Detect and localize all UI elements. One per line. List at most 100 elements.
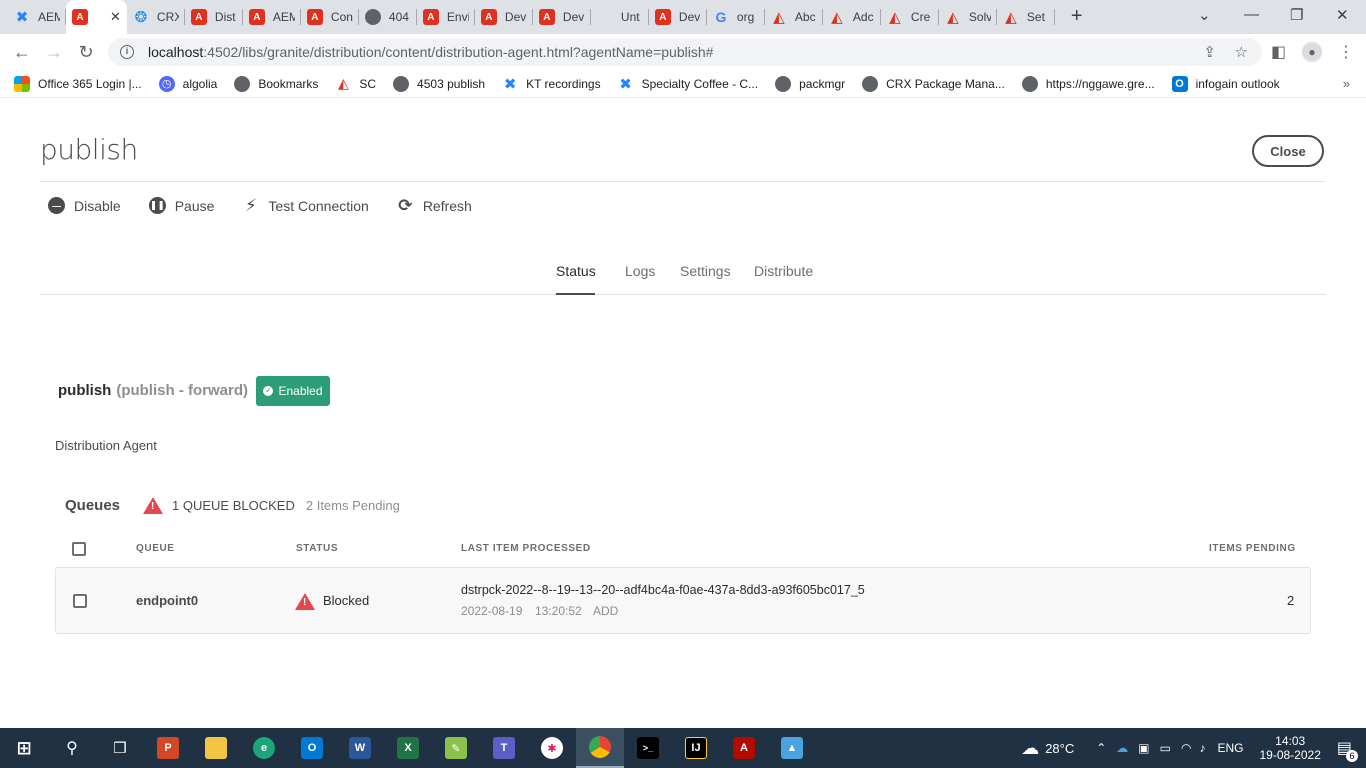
taskbar-app[interactable]: O xyxy=(288,728,336,768)
close-tab-icon[interactable]: ✕ xyxy=(110,9,121,25)
weather-temperature[interactable]: 28°C xyxy=(1045,741,1074,756)
language-indicator[interactable]: ENG xyxy=(1217,741,1243,755)
browser-tab[interactable]: A Dev xyxy=(475,0,533,34)
chevron-up-icon[interactable]: ⌃ xyxy=(1096,741,1106,755)
forward-icon[interactable]: → xyxy=(38,42,70,63)
menu-kebab-icon[interactable]: ⋮ xyxy=(1338,42,1354,62)
browser-tab[interactable]: Gorg xyxy=(707,0,765,34)
volume-icon[interactable]: ♪ xyxy=(1199,741,1205,755)
browser-tab[interactable]: A Envi xyxy=(417,0,475,34)
bookmark-item[interactable]: ◭ SC xyxy=(335,75,376,92)
tab-search-icon[interactable]: ⌄ xyxy=(1198,6,1211,24)
refresh-button[interactable]: ⟳ Refresh xyxy=(397,196,472,215)
browser-tab[interactable]: Unt xyxy=(591,0,649,34)
system-tray: ☁ 28°C ⌃ ☁ ▣ ▭ ◠ ♪ ENG 14:03 19-08-2022 … xyxy=(1021,728,1366,768)
search-button[interactable]: ⚲ xyxy=(48,728,96,768)
bookmark-item[interactable]: Bookmarks xyxy=(234,75,318,92)
browser-tab[interactable]: A Dist xyxy=(185,0,243,34)
browser-tab[interactable]: ❂ CRX xyxy=(127,0,185,34)
taskbar-app[interactable] xyxy=(192,728,240,768)
globe-icon xyxy=(775,75,792,92)
reload-icon[interactable]: ↻ xyxy=(70,42,102,63)
profile-avatar[interactable]: ● xyxy=(1302,42,1322,62)
taskbar-app[interactable]: IJ xyxy=(672,728,720,768)
table-row[interactable]: endpoint0 ! Blocked dstrpck-2022--8--19-… xyxy=(55,567,1311,634)
test-connection-button[interactable]: ⚡ Test Connection xyxy=(242,196,369,215)
browser-tab[interactable]: ◭ Solv xyxy=(939,0,997,34)
side-panel-icon[interactable]: ◧ xyxy=(1271,42,1286,62)
browser-tab[interactable]: A AEM xyxy=(243,0,301,34)
browser-tab[interactable]: A Dev xyxy=(533,0,591,34)
select-all-checkbox[interactable] xyxy=(72,542,86,556)
bookmark-item[interactable]: ✖ Specialty Coffee - C... xyxy=(618,76,758,93)
address-bar[interactable]: i localhost:4502/libs/granite/distributi… xyxy=(108,38,1262,66)
taskbar-app[interactable]: T xyxy=(480,728,528,768)
status-badge: ✓ Enabled xyxy=(256,376,330,406)
algolia-icon: ◷ xyxy=(158,75,175,92)
browser-tab-active[interactable]: A ✕ xyxy=(66,0,127,34)
taskbar-app[interactable]: ✱ xyxy=(528,728,576,768)
notifications-icon[interactable]: ▤ 6 xyxy=(1337,738,1358,762)
column-header-status[interactable]: STATUS xyxy=(296,543,338,554)
onedrive-icon[interactable]: ☁ xyxy=(1116,741,1128,755)
browser-tab[interactable]: ◭ Set xyxy=(997,0,1055,34)
tab-status[interactable]: Status xyxy=(556,263,596,295)
weather-cloud-icon[interactable]: ☁ xyxy=(1021,738,1039,759)
tab-settings[interactable]: Settings xyxy=(680,263,731,295)
close-button[interactable]: Close xyxy=(1252,135,1324,167)
tab-logs[interactable]: Logs xyxy=(625,263,655,295)
battery-icon[interactable]: ▭ xyxy=(1160,741,1171,755)
bookmark-item[interactable]: Oinfogain outlook xyxy=(1171,75,1280,92)
taskbar-app[interactable]: >_ xyxy=(624,728,672,768)
tab-distribute[interactable]: Distribute xyxy=(754,263,813,295)
bookmark-item[interactable]: https://nggawe.gre... xyxy=(1021,75,1155,92)
restore-icon[interactable]: ❐ xyxy=(1290,6,1303,24)
bookmark-item[interactable]: ◷ algolia xyxy=(158,75,217,92)
clock[interactable]: 14:03 19-08-2022 xyxy=(1259,734,1320,762)
intellij-icon: IJ xyxy=(685,737,707,759)
browser-tab[interactable]: ◭ Adc xyxy=(823,0,881,34)
taskbar-app[interactable]: P xyxy=(144,728,192,768)
column-header-items-pending[interactable]: ITEMS PENDING xyxy=(1209,543,1296,554)
task-view-button[interactable]: ❒ xyxy=(96,728,144,768)
row-checkbox[interactable] xyxy=(73,594,87,608)
browser-tab[interactable]: A Con xyxy=(301,0,359,34)
browser-tab[interactable]: ◭ Abc xyxy=(765,0,823,34)
url-text[interactable]: localhost:4502/libs/granite/distribution… xyxy=(148,44,713,60)
bookmark-item[interactable]: ✖ KT recordings xyxy=(502,76,601,93)
adobe-icon: A xyxy=(480,9,497,25)
taskbar-app[interactable]: e xyxy=(240,728,288,768)
adobe-icon: A xyxy=(654,9,671,25)
browser-tab[interactable]: A Dev xyxy=(649,0,707,34)
bookmark-item[interactable]: 4503 publish xyxy=(393,75,485,92)
wifi-icon[interactable]: ◠ xyxy=(1181,741,1191,755)
taskbar-app[interactable]: ✎ xyxy=(432,728,480,768)
minimize-icon[interactable]: — xyxy=(1244,6,1259,23)
taskbar-app[interactable]: ▲ xyxy=(768,728,816,768)
bookmark-item[interactable]: CRX Package Mana... xyxy=(862,75,1005,92)
new-tab-icon[interactable]: + xyxy=(1071,5,1083,28)
site-info-icon[interactable]: i xyxy=(120,45,134,59)
taskbar-app-active[interactable] xyxy=(576,728,624,768)
window-close-icon[interactable]: ✕ xyxy=(1336,6,1349,24)
more-bookmarks-icon[interactable]: » xyxy=(1343,76,1350,91)
taskbar-app[interactable]: X xyxy=(384,728,432,768)
meet-icon[interactable]: ▣ xyxy=(1138,741,1149,755)
browser-tab[interactable]: ✖ AEM xyxy=(8,0,66,34)
column-header-last-item[interactable]: LAST ITEM PROCESSED xyxy=(461,543,591,554)
browser-tab[interactable]: 404 xyxy=(359,0,417,34)
taskbar-app[interactable]: W xyxy=(336,728,384,768)
browser-tab[interactable]: ◭ Cre xyxy=(881,0,939,34)
disable-button[interactable]: — Disable xyxy=(48,197,121,214)
pause-button[interactable]: ❚❚ Pause xyxy=(148,197,214,214)
bookmark-item[interactable]: packmgr xyxy=(775,75,845,92)
share-icon[interactable]: ⇪ xyxy=(1203,43,1216,61)
taskbar-app[interactable]: A xyxy=(720,728,768,768)
queue-status: Blocked xyxy=(323,593,370,608)
queue-name: endpoint0 xyxy=(136,593,199,608)
back-icon[interactable]: ← xyxy=(6,42,38,63)
start-button[interactable]: ⊞ xyxy=(0,728,48,768)
bookmark-item[interactable]: Office 365 Login |... xyxy=(14,75,142,92)
bookmark-star-icon[interactable]: ☆ xyxy=(1235,43,1248,61)
column-header-queue[interactable]: QUEUE xyxy=(136,543,175,554)
